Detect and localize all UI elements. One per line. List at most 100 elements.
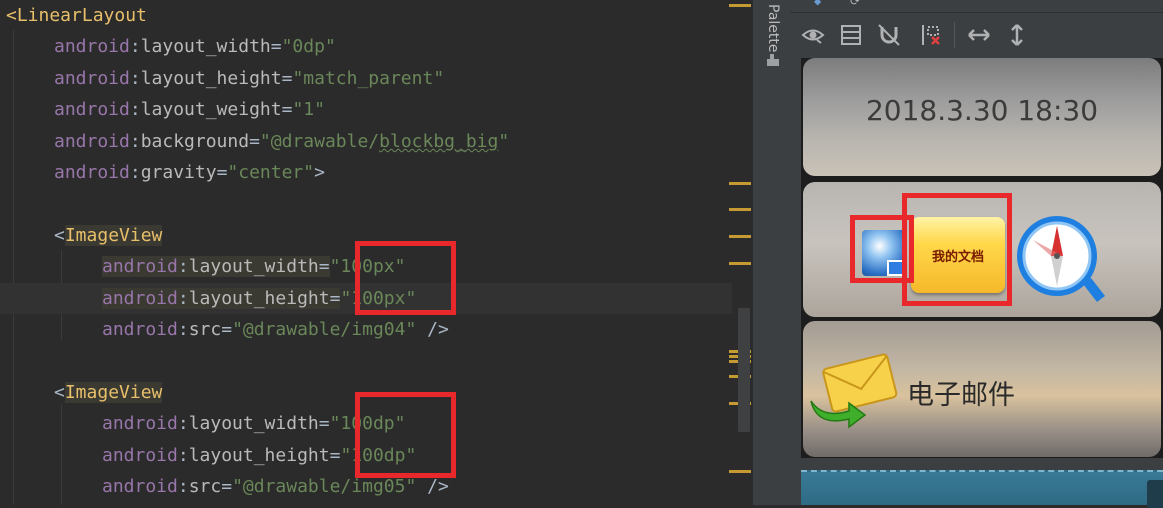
clear-constraints-icon[interactable]	[918, 22, 944, 48]
designer-top-toolbar: ◆ ⟳	[790, 0, 1163, 13]
code-token: ImageView	[64, 382, 163, 403]
code-token: =	[318, 256, 330, 277]
globe-image[interactable]	[862, 230, 906, 276]
code-token: :	[177, 319, 189, 340]
palette-tool-strip[interactable]: Palette	[752, 0, 791, 505]
error-stripe-mark[interactable]	[729, 235, 751, 238]
code-token: android	[54, 68, 130, 89]
code-token: :	[129, 36, 141, 57]
code-line[interactable]: android:layout_height="100px"	[0, 283, 732, 314]
code-token: =	[216, 162, 228, 183]
palette-icon	[766, 53, 780, 67]
eye-icon[interactable]	[800, 22, 826, 48]
code-token: :	[177, 476, 189, 497]
code-line[interactable]	[0, 345, 732, 376]
code-token: <	[54, 382, 65, 403]
orientation-icon[interactable]: ⟳	[850, 0, 860, 8]
code-token: layout_height	[188, 288, 330, 309]
code-token: android	[102, 288, 178, 309]
code-token: :	[177, 445, 189, 466]
code-line[interactable]	[0, 188, 732, 219]
code-token: android	[102, 256, 178, 277]
error-stripe-mark[interactable]	[729, 470, 751, 473]
code-line[interactable]: android:layout_width="100dp"	[0, 408, 732, 439]
code-token: :	[129, 68, 141, 89]
code-line[interactable]: android:layout_width="0dp"	[0, 31, 732, 62]
expand-vertical-icon[interactable]	[1004, 22, 1030, 48]
no-magnet-icon[interactable]	[876, 22, 902, 48]
code-token: android	[54, 36, 130, 57]
code-token: "@drawable/img05"	[232, 476, 417, 497]
device-preview-canvas[interactable]: 2018.3.30 18:30 我的文档 电子邮件	[801, 58, 1163, 458]
code-token: :	[129, 131, 141, 152]
code-token: :	[129, 99, 141, 120]
error-stripe-mark[interactable]	[729, 4, 751, 7]
code-token: "100dp"	[329, 413, 406, 434]
code-token: :	[177, 288, 189, 309]
code-token: android	[102, 319, 178, 340]
code-token: layout_weight	[140, 99, 282, 120]
code-token: :	[129, 162, 141, 183]
code-token: layout_width	[140, 36, 271, 57]
code-line[interactable]: <LinearLayout	[0, 0, 732, 31]
code-token: "match_parent"	[292, 68, 445, 89]
code-line[interactable]: android:layout_weight="1"	[0, 94, 732, 125]
error-stripe-mark[interactable]	[729, 262, 751, 265]
my-documents-image[interactable]: 我的文档	[911, 217, 1005, 293]
code-token: src	[188, 319, 222, 340]
time-text: 2018.3.30 18:30	[865, 94, 1099, 127]
code-token: =	[329, 288, 341, 309]
toolbar-separator	[954, 22, 955, 48]
email-block[interactable]: 电子邮件	[803, 321, 1161, 457]
code-line[interactable]: android:background="@drawable/blockbg_bi…	[0, 126, 732, 157]
compass-icon[interactable]	[1013, 212, 1107, 306]
code-line[interactable]: android:layout_height="match_parent"	[0, 63, 732, 94]
code-token: layout_width	[188, 256, 319, 277]
code-line[interactable]: android:gravity="center">	[0, 157, 732, 188]
code-token: blockbg_big	[379, 131, 499, 152]
code-token: ImageView	[64, 225, 163, 246]
code-token: background	[140, 131, 250, 152]
code-token: >	[314, 162, 325, 183]
scroll-arrow[interactable]	[1147, 480, 1163, 508]
my-documents-label: 我的文档	[931, 249, 984, 265]
code-token: android	[54, 131, 130, 152]
email-label: 电子邮件	[907, 380, 1015, 411]
code-line[interactable]: android:src="@drawable/img05" />	[0, 471, 732, 502]
next-view-block[interactable]	[801, 470, 1163, 508]
expand-horizontal-icon[interactable]	[966, 22, 992, 48]
code-token: "center"	[227, 162, 315, 183]
code-line[interactable]: android:layout_width="100px"	[0, 251, 732, 282]
code-token: =	[318, 413, 330, 434]
code-token: "	[498, 131, 510, 152]
code-token: =	[329, 445, 341, 466]
code-token: "100dp"	[340, 445, 417, 466]
editor-scrollbar-thumb[interactable]	[738, 308, 750, 432]
code-token: layout_height	[188, 445, 330, 466]
code-token: android	[102, 413, 178, 434]
error-stripe-mark[interactable]	[729, 182, 751, 185]
time-block[interactable]: 2018.3.30 18:30	[803, 58, 1161, 176]
code-token: android	[54, 162, 130, 183]
code-token: />	[416, 476, 449, 497]
code-line[interactable]: <ImageView	[0, 220, 732, 251]
globe-badge-icon	[887, 260, 905, 276]
device-icon[interactable]: ◆	[814, 0, 821, 8]
code-token: =	[221, 319, 233, 340]
code-token: <LinearLayout	[6, 5, 147, 26]
error-stripe-mark[interactable]	[729, 208, 751, 211]
layout-bounds-icon[interactable]	[838, 22, 864, 48]
code-token: =	[221, 476, 233, 497]
code-token: android	[102, 476, 178, 497]
code-token: />	[416, 319, 449, 340]
code-token: "100px"	[329, 256, 406, 277]
code-token: :	[177, 256, 189, 277]
code-line[interactable]: android:layout_height="100dp"	[0, 440, 732, 471]
image-row-block[interactable]: 我的文档	[803, 182, 1161, 317]
layout-designer: ◆ ⟳ 2018.3.30 18:30 我的文档 电子邮件	[790, 0, 1163, 508]
email-icon	[805, 349, 901, 429]
code-editor[interactable]: <LinearLayout android:layout_width="0dp" a…	[0, 0, 752, 505]
code-token: =	[281, 68, 293, 89]
code-line[interactable]: android:src="@drawable/img04" />	[0, 314, 732, 345]
code-line[interactable]: <ImageView	[0, 377, 732, 408]
